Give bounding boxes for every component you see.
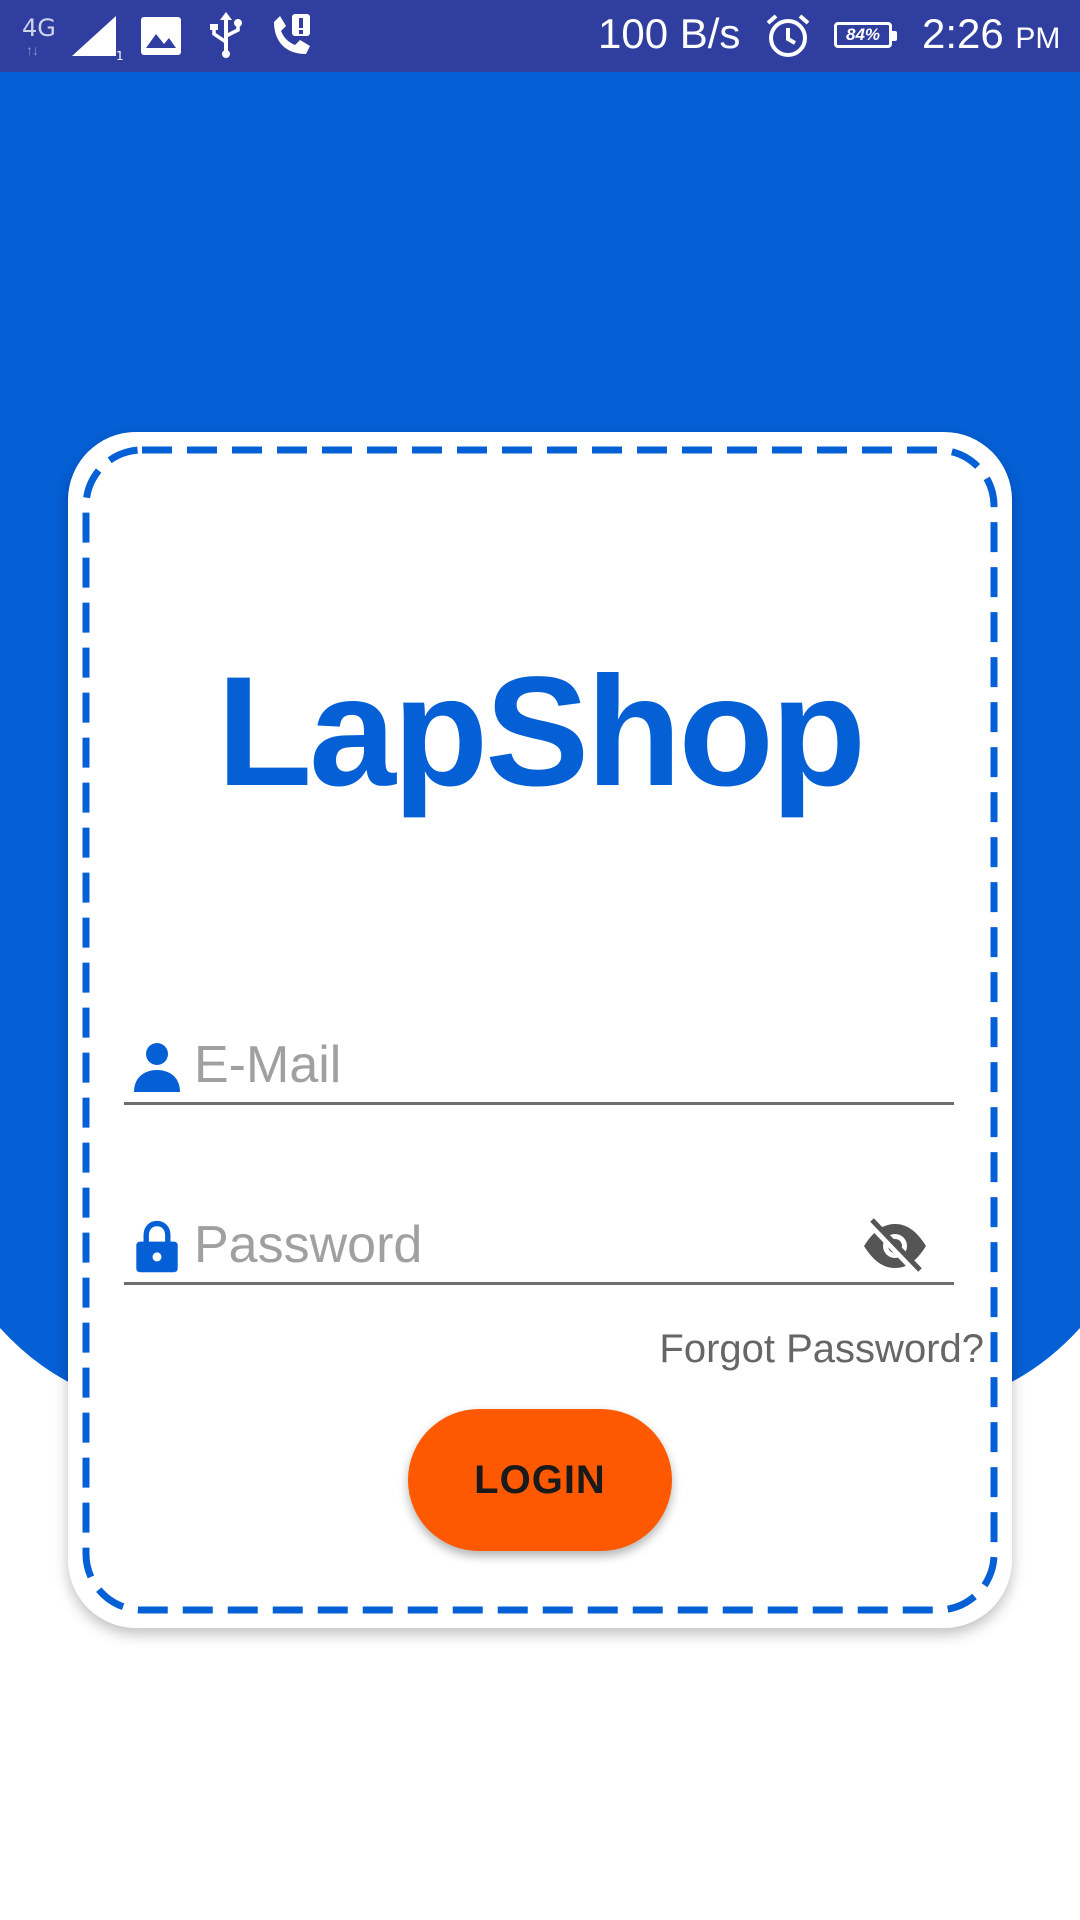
person-icon — [134, 1043, 180, 1092]
login-button[interactable]: LOGIN — [408, 1409, 672, 1551]
network-type: 4G — [22, 14, 56, 42]
email-input[interactable] — [194, 1032, 834, 1098]
lock-icon — [136, 1220, 178, 1273]
clock: 2:26 PM — [922, 10, 1060, 58]
svg-text:1: 1 — [116, 49, 124, 60]
image-icon — [138, 12, 184, 60]
network-activity-arrows: ↑↓ — [26, 42, 39, 58]
usb-icon — [206, 12, 246, 60]
alarm-clock-icon — [764, 12, 812, 60]
status-bar: 4G ↑↓ 1 100 B/s 84% 2:26 PM — [0, 0, 1080, 72]
email-field — [124, 1022, 954, 1105]
forgot-password-link[interactable]: Forgot Password? — [659, 1327, 984, 1372]
login-card: LapShop Forgot Password? LOGIN — [68, 432, 1012, 1628]
eye-off-icon[interactable] — [860, 1216, 930, 1276]
call-alert-icon — [266, 12, 316, 60]
app-title: LapShop — [216, 645, 866, 819]
clock-time: 2:26 — [922, 10, 1004, 57]
cell-signal-icon: 1 — [68, 12, 124, 60]
clock-ampm: PM — [1015, 22, 1061, 55]
password-input[interactable] — [194, 1212, 834, 1278]
data-speed: 100 B/s — [598, 10, 741, 57]
password-field — [124, 1202, 954, 1285]
battery-indicator: 84% — [834, 22, 897, 48]
